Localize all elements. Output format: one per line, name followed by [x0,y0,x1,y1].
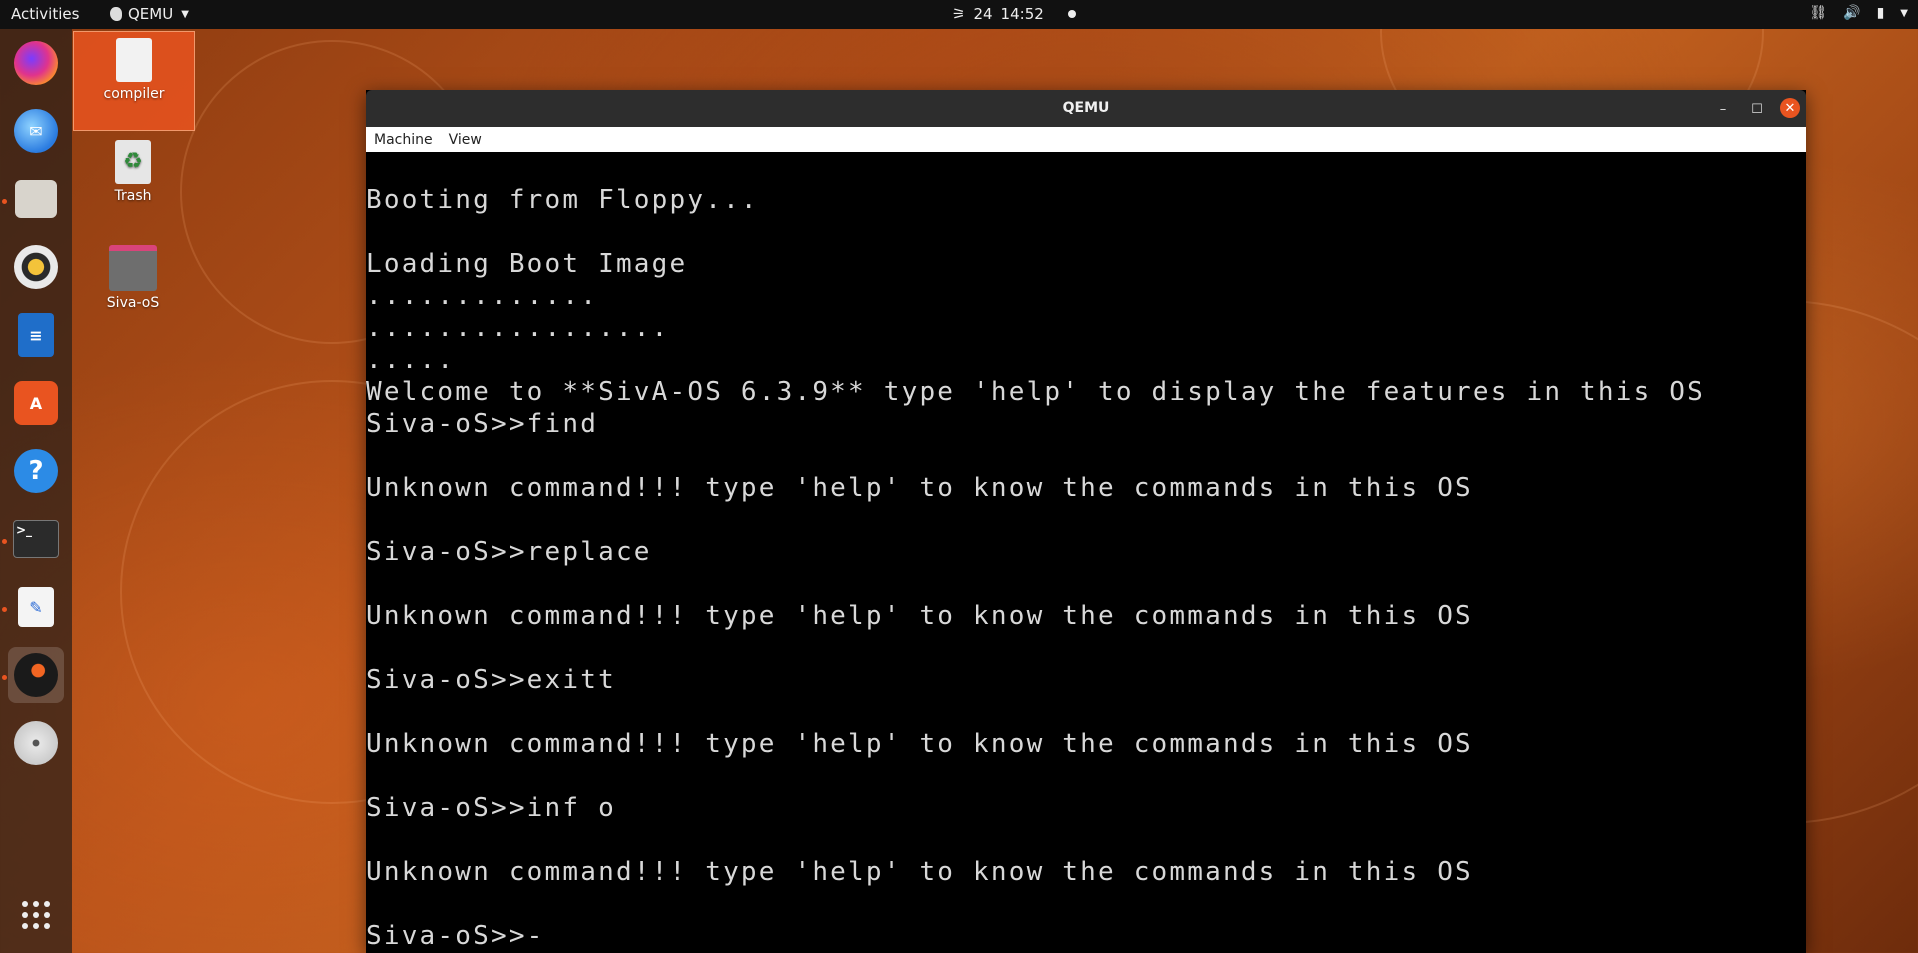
network-icon: ⛓ [1809,5,1828,21]
menu-machine[interactable]: Machine [374,132,433,148]
qemu-icon [14,653,58,697]
thunderbird-icon: ✉ [14,109,58,153]
battery-icon: ▮ [1876,5,1885,21]
menu-view[interactable]: View [449,132,482,148]
qemu-app-icon [110,7,122,21]
writer-icon: ≡ [18,313,54,357]
desktop-icon-label: Siva-oS [106,295,160,311]
dock-rhythmbox[interactable] [8,239,64,295]
text-file-icon [116,38,152,82]
files-icon [15,180,57,218]
console-line: Siva-oS>>replace [366,537,652,567]
clock-time: 14:52 [1000,5,1044,23]
console-line: Unknown command!!! type 'help' to know t… [366,601,1473,631]
firefox-icon [14,41,58,85]
chevron-down-icon: ▼ [1900,7,1908,19]
desktop-icon-label: Trash [114,188,152,204]
dock-terminal[interactable]: >_ [8,511,64,567]
dock-firefox[interactable] [8,35,64,91]
console-line: Unknown command!!! type 'help' to know t… [366,729,1473,759]
dock-qemu[interactable] [8,647,64,703]
terminal-icon: >_ [13,520,59,558]
dock-writer[interactable]: ≡ [8,307,64,363]
desktop-icon-trash[interactable]: ♻ Trash [73,138,193,204]
help-icon: ? [14,449,58,493]
dock-thunderbird[interactable]: ✉ [8,103,64,159]
app-menu-label: QEMU [128,5,174,23]
console-line: Siva-oS>>find [366,409,599,439]
minimize-button[interactable]: – [1712,98,1734,120]
desktop-icon-siva-os[interactable]: Siva-oS [73,243,193,311]
window-title: QEMU [1062,100,1110,116]
console-line: ............. [366,281,599,311]
console-line: Welcome to **SivA-OS 6.3.9** type 'help'… [366,377,1705,407]
qemu-window: QEMU – ☐ ✕ Machine View Booting from Flo… [366,90,1806,953]
dock: ✉ ≡ A ? >_ ✎ [0,29,72,953]
chevron-down-icon: ▼ [181,8,189,20]
desktop-icon-label: compiler [103,86,165,102]
notification-bell-icon: ⚞ [952,5,966,23]
console-line: Unknown command!!! type 'help' to know t… [366,857,1473,887]
show-applications-button[interactable] [8,887,64,943]
window-titlebar[interactable]: QEMU – ☐ ✕ [366,90,1806,127]
folder-icon [109,245,157,291]
app-menu[interactable]: QEMU ▼ [110,5,189,23]
console-line: Siva-oS>>inf o [366,793,616,823]
clock-date: 24 [973,5,993,23]
vm-console[interactable]: Booting from Floppy... Loading Boot Image… [366,152,1806,953]
close-button[interactable]: ✕ [1780,98,1800,118]
menu-bar: Machine View [366,127,1806,152]
rhythmbox-icon [14,245,58,289]
disc-icon [14,721,58,765]
dock-help[interactable]: ? [8,443,64,499]
top-bar: Activities QEMU ▼ ⚞ 24 14:52 ⛓ 🔊 ▮ ▼ [0,0,1918,29]
volume-icon: 🔊 [1843,5,1861,21]
dock-files[interactable] [8,171,64,227]
running-indicator [2,675,7,680]
dock-text-editor[interactable]: ✎ [8,579,64,635]
desktop-icon-compiler[interactable]: compiler [73,31,195,131]
console-line: Siva-oS>>- [366,921,545,951]
console-line: Siva-oS>>exitt [366,665,616,695]
grid-icon [22,901,50,929]
system-tray[interactable]: ⛓ 🔊 ▮ ▼ [1809,5,1908,21]
software-icon: A [14,381,58,425]
dock-software[interactable]: A [8,375,64,431]
running-indicator [2,607,7,612]
console-line: Unknown command!!! type 'help' to know t… [366,473,1473,503]
dock-disc[interactable] [8,715,64,771]
text-editor-icon: ✎ [18,587,54,627]
maximize-button[interactable]: ☐ [1746,98,1768,120]
console-line: ................. [366,313,670,343]
running-indicator [2,199,7,204]
console-line: Booting from Floppy... [366,185,759,215]
console-line: Loading Boot Image [366,249,688,279]
running-indicator [2,539,7,544]
trash-icon: ♻ [115,140,151,184]
console-line: ..... [366,345,456,375]
clock[interactable]: ⚞ 24 14:52 [952,5,1076,23]
recording-indicator-icon [1067,10,1076,18]
activities-button[interactable]: Activities [11,5,79,23]
